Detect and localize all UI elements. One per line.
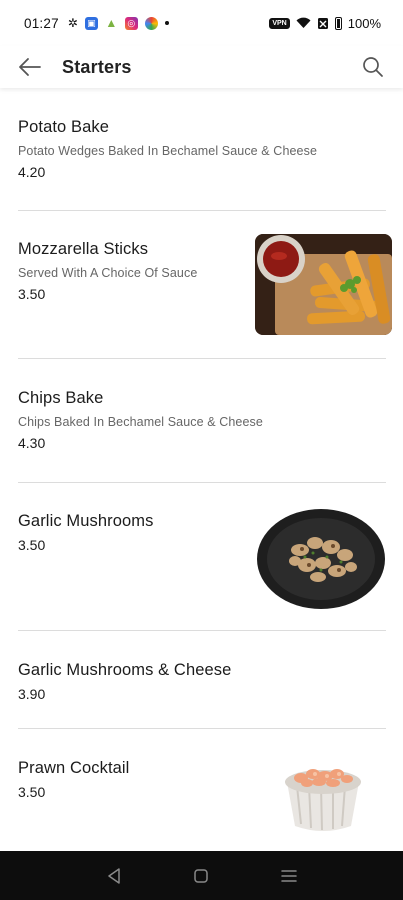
- photos-icon: [144, 16, 158, 30]
- wifi-icon: [296, 17, 311, 28]
- search-button[interactable]: [359, 53, 387, 81]
- menu-list: Potato Bake Potato Wedges Baked In Becha…: [0, 88, 403, 851]
- divider: [18, 728, 386, 729]
- item-name: Chips Bake: [18, 389, 104, 407]
- divider: [18, 630, 386, 631]
- item-price: 4.30: [18, 435, 46, 451]
- battery-percent: 100%: [347, 15, 381, 31]
- item-price: 4.20: [18, 164, 46, 180]
- list-item[interactable]: Garlic Mushrooms & Cheese 3.90: [18, 661, 386, 702]
- system-nav-bar: [0, 851, 403, 900]
- search-icon: [363, 57, 383, 77]
- no-sim-icon: [317, 17, 328, 29]
- item-name: Garlic Mushrooms & Cheese: [18, 661, 232, 679]
- more-notifications-icon: [164, 21, 169, 25]
- settings-gear-icon: ✲: [67, 16, 78, 30]
- nav-home-icon: [194, 868, 209, 883]
- divider: [18, 482, 386, 483]
- list-item[interactable]: Chips Bake Chips Baked In Bechamel Sauce…: [18, 389, 386, 451]
- list-item[interactable]: Potato Bake Potato Wedges Baked In Becha…: [18, 118, 386, 180]
- divider: [18, 358, 386, 359]
- item-description: Potato Wedges Baked In Bechamel Sauce & …: [18, 144, 317, 158]
- back-button[interactable]: [16, 53, 44, 81]
- garlic-mushrooms-image: [255, 505, 387, 609]
- nav-home-button[interactable]: [183, 858, 219, 894]
- item-name: Potato Bake: [18, 118, 109, 136]
- item-description: Chips Baked In Bechamel Sauce & Cheese: [18, 415, 263, 429]
- nav-menu-icon: [281, 869, 297, 882]
- page-title: Starters: [62, 56, 132, 77]
- nav-recents-button[interactable]: [271, 858, 307, 894]
- prawn-cocktail-image: [257, 752, 387, 842]
- battery-icon: [334, 16, 342, 30]
- instagram-icon: ◎: [124, 16, 138, 30]
- status-bar: 01:27 ✲ ▣ ▲ ◎ VPN 100%: [0, 0, 403, 46]
- android-icon: ▲: [105, 16, 118, 30]
- divider: [18, 210, 386, 211]
- item-price: 3.90: [18, 686, 46, 702]
- back-arrow-icon: [19, 58, 41, 76]
- app-notification-icon: ▣: [84, 16, 98, 30]
- nav-back-icon: [108, 867, 120, 884]
- status-time: 01:27: [24, 15, 59, 31]
- vpn-icon: VPN: [269, 17, 290, 29]
- app-bar: Starters: [0, 46, 403, 88]
- nav-back-button[interactable]: [96, 858, 132, 894]
- mozzarella-sticks-image: [255, 234, 392, 335]
